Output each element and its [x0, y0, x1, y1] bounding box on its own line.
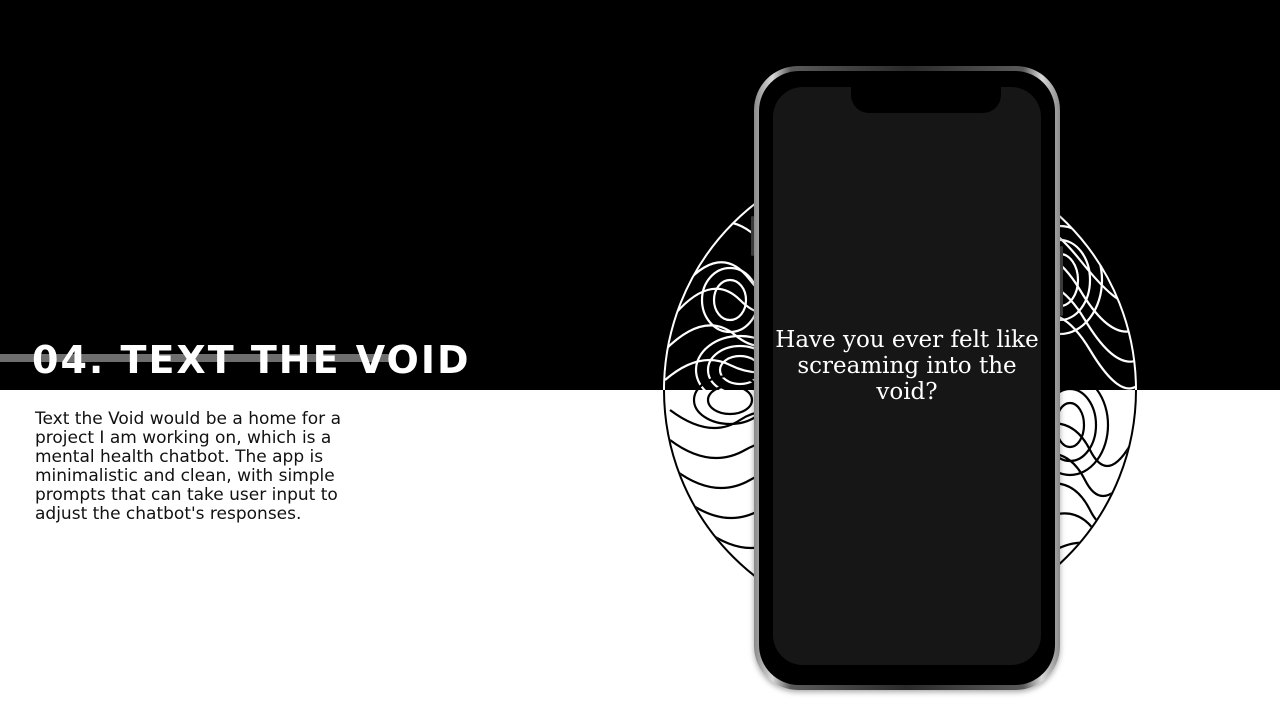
phone-notch	[851, 87, 1001, 113]
slide-title: 04. TEXT THE VOID	[32, 338, 471, 382]
slide-description: Text the Void would be a home for a proj…	[35, 409, 341, 524]
phone-bezel: Have you ever felt like screaming into t…	[759, 71, 1055, 685]
screen-prompt-text: Have you ever felt like screaming into t…	[775, 327, 1039, 405]
smartphone-mockup-icon: Have you ever felt like screaming into t…	[751, 66, 1063, 690]
phone-screen: Have you ever felt like screaming into t…	[773, 87, 1041, 665]
phone-side-button	[751, 216, 754, 256]
phone-side-button	[1060, 246, 1063, 316]
